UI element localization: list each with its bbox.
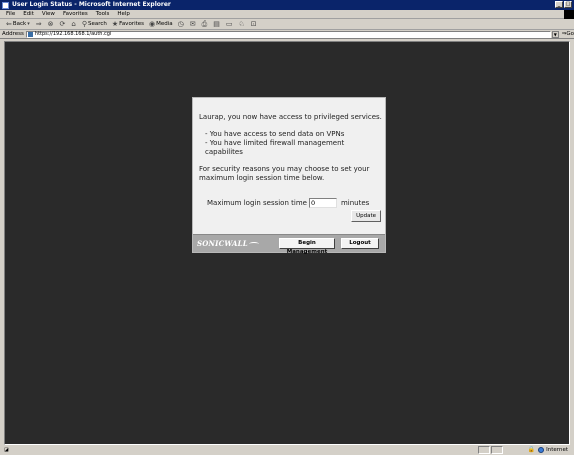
- address-url: https://192.168.168.1/auth.cgi: [34, 31, 112, 37]
- panel-body: Laurap, you now have access to privilege…: [199, 113, 383, 183]
- session-time-label: Maximum login session time: [207, 199, 307, 207]
- favorites-button[interactable]: ★ Favorites: [112, 20, 144, 28]
- privilege-firewall: - You have limited firewall management c…: [205, 139, 345, 156]
- toolbar: ⇐ Back ▾ ⇒ ⊗ ⟳ ⌂ ⚲ Search ★ Favorites ◉ …: [0, 19, 574, 30]
- session-time-row: Maximum login session time minutes: [207, 198, 369, 208]
- update-button[interactable]: Update: [351, 210, 381, 222]
- research-icon: ⊡: [250, 20, 257, 28]
- stop-button[interactable]: ⊗: [48, 20, 55, 28]
- dropdown-icon[interactable]: ▾: [27, 21, 30, 27]
- title-bar: User Login Status - Microsoft Internet E…: [0, 0, 574, 10]
- refresh-icon: ⟳: [59, 20, 66, 28]
- page-status-icon: ◪: [4, 447, 9, 453]
- address-label: Address: [2, 31, 24, 37]
- maximize-button[interactable]: □: [564, 1, 572, 8]
- window-controls: _ □: [555, 1, 572, 8]
- search-label: Search: [87, 21, 107, 27]
- edit-icon: ▤: [213, 20, 220, 28]
- minimize-button[interactable]: _: [555, 1, 563, 8]
- media-button[interactable]: ◉ Media: [149, 20, 173, 28]
- status-segment: [491, 446, 503, 454]
- media-icon: ◉: [149, 20, 156, 28]
- discuss-icon: ▭: [225, 20, 233, 28]
- menu-file[interactable]: File: [6, 11, 15, 17]
- zone-label: Internet: [546, 446, 568, 453]
- media-label: Media: [156, 21, 173, 27]
- edit-button[interactable]: ▤: [213, 20, 221, 28]
- window-title: User Login Status - Microsoft Internet E…: [12, 1, 171, 8]
- security-note: For security reasons you may choose to s…: [199, 165, 370, 182]
- windows-logo-icon: [564, 10, 574, 19]
- stop-icon: ⊗: [47, 20, 54, 28]
- panel-footer: SONICWALL Begin Management Logout: [193, 234, 385, 255]
- mail-icon: ✉: [189, 20, 196, 28]
- favorites-icon: ★: [111, 20, 119, 28]
- logout-button[interactable]: Logout: [341, 238, 379, 249]
- history-button[interactable]: ◷: [178, 20, 185, 28]
- back-arrow-icon: ⇐: [6, 20, 12, 28]
- home-icon: ⌂: [71, 20, 76, 28]
- status-bar: ◪ 🔒 Internet: [0, 445, 574, 455]
- session-unit-label: minutes: [340, 199, 370, 207]
- lock-icon: 🔒: [527, 446, 536, 453]
- favorites-label: Favorites: [119, 21, 145, 27]
- logo-text: SONICWALL: [197, 239, 248, 248]
- status-segment: [478, 446, 490, 454]
- forward-button[interactable]: ⇒: [36, 20, 43, 28]
- begin-management-button[interactable]: Begin Management: [279, 238, 335, 255]
- privilege-vpn: - You have access to send data on VPNs: [205, 130, 345, 138]
- menu-favorites[interactable]: Favorites: [63, 11, 88, 17]
- sonicwall-logo: SONICWALL: [197, 239, 259, 248]
- print-icon: ⎙: [201, 19, 208, 28]
- go-button[interactable]: ⇒Go: [562, 31, 574, 37]
- search-button[interactable]: ⚲ Search: [82, 20, 107, 28]
- internet-zone-icon: [538, 446, 545, 453]
- login-status-panel: Laurap, you now have access to privilege…: [192, 97, 386, 255]
- menu-help[interactable]: Help: [117, 11, 130, 17]
- back-button[interactable]: ⇐ Back ▾: [6, 20, 31, 28]
- ie-icon: [2, 1, 9, 9]
- menu-bar: File Edit View Favorites Tools Help: [0, 10, 574, 19]
- security-zone: 🔒 Internet: [528, 446, 568, 453]
- research-button[interactable]: ⊡: [251, 20, 258, 28]
- back-label: Back: [12, 21, 27, 27]
- go-label: Go: [566, 31, 574, 37]
- logo-swoosh-icon: [248, 242, 259, 246]
- messenger-button[interactable]: ♘: [239, 20, 246, 28]
- print-button[interactable]: ⎙: [202, 20, 209, 29]
- menu-tools[interactable]: Tools: [96, 11, 110, 17]
- greeting-text: Laurap, you now have access to privilege…: [199, 113, 382, 121]
- messenger-icon: ♘: [238, 20, 245, 28]
- history-icon: ◷: [177, 20, 184, 28]
- page-icon: [27, 31, 33, 37]
- discuss-button[interactable]: ▭: [226, 20, 234, 28]
- address-dropdown-icon[interactable]: ▼: [551, 30, 559, 38]
- menu-edit[interactable]: Edit: [23, 11, 34, 17]
- search-icon: ⚲: [81, 20, 87, 28]
- mail-button[interactable]: ✉: [190, 20, 197, 28]
- address-bar: Address https://192.168.168.1/auth.cgi ▼…: [0, 30, 574, 39]
- refresh-button[interactable]: ⟳: [60, 20, 67, 28]
- session-time-input[interactable]: [308, 198, 337, 208]
- forward-arrow-icon: ⇒: [35, 20, 42, 28]
- menu-view[interactable]: View: [42, 11, 55, 17]
- address-input[interactable]: https://192.168.168.1/auth.cgi: [25, 30, 551, 38]
- home-button[interactable]: ⌂: [71, 20, 76, 28]
